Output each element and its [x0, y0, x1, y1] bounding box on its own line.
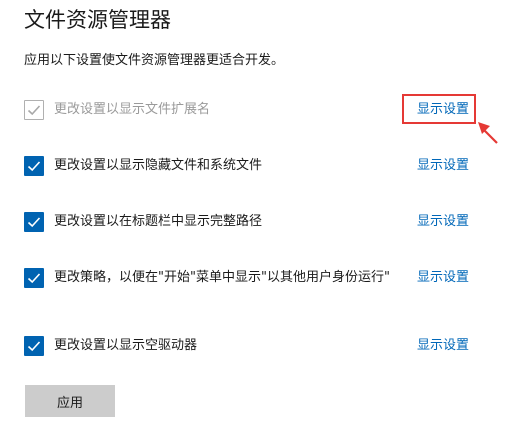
file-explorer-settings-page: 文件资源管理器 应用以下设置使文件资源管理器更适合开发。 更改设置以显示文件扩展…	[0, 0, 512, 424]
full-path-label: 更改设置以在标题栏中显示完整路径	[54, 214, 263, 229]
annotation-highlight-box	[402, 94, 476, 124]
empty-drives-show-settings-link[interactable]: 显示设置	[417, 336, 469, 356]
hidden-files-label: 更改设置以显示隐藏文件和系统文件	[54, 158, 263, 173]
page-description: 应用以下设置使文件资源管理器更适合开发。	[24, 53, 285, 68]
checkmark-icon	[27, 217, 41, 228]
full-path-checkbox[interactable]	[24, 212, 44, 232]
empty-drives-label: 更改设置以显示空驱动器	[54, 338, 198, 353]
file-extensions-checkbox	[24, 100, 44, 120]
hidden-files-show-settings-link[interactable]: 显示设置	[417, 156, 469, 176]
file-extensions-label: 更改设置以显示文件扩展名	[54, 102, 211, 117]
checkmark-icon	[27, 161, 41, 172]
empty-drives-checkbox[interactable]	[24, 336, 44, 356]
run-as-other-user-checkbox[interactable]	[24, 268, 44, 288]
annotation-arrow-icon	[478, 122, 498, 144]
checkmark-icon	[27, 105, 41, 116]
hidden-files-checkbox[interactable]	[24, 156, 44, 176]
run-as-other-user-label: 更改策略，以便在"开始"菜单中显示"以其他用户身份运行"	[54, 270, 390, 285]
full-path-show-settings-link[interactable]: 显示设置	[417, 212, 469, 232]
page-title: 文件资源管理器	[24, 8, 171, 32]
checkmark-icon	[27, 341, 41, 352]
apply-button[interactable]: 应用	[25, 385, 115, 417]
run-as-other-user-show-settings-link[interactable]: 显示设置	[417, 268, 469, 288]
checkmark-icon	[27, 273, 41, 284]
